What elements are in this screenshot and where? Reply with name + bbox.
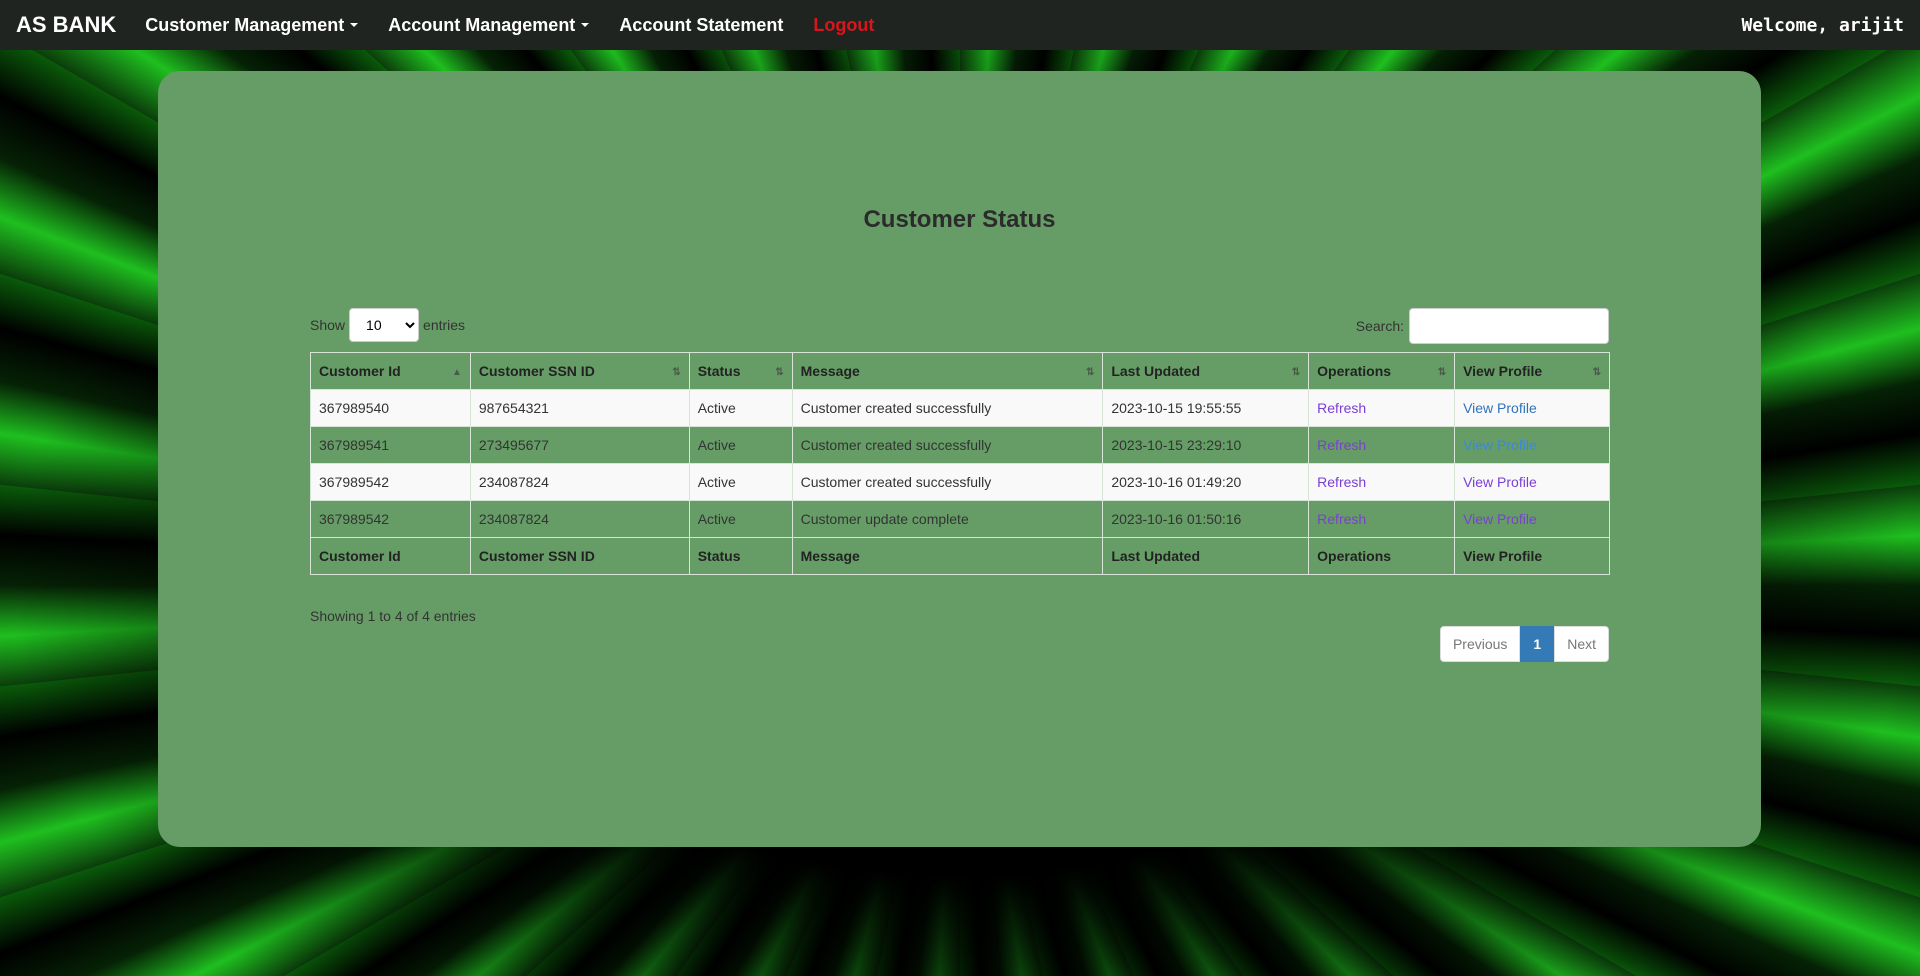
sort-asc-icon: ▲ [451,367,462,378]
footer-last-updated: Last Updated [1102,537,1310,575]
next-page-button[interactable]: Next [1554,626,1609,662]
nav-customer-management[interactable]: Customer Management [145,14,359,36]
refresh-link[interactable]: Refresh [1317,437,1366,453]
column-header-label: Last Updated [1111,363,1201,379]
cell-status: Active [688,463,793,501]
table-row: 367989542 234087824 Active Customer crea… [310,463,1610,501]
pagination: Previous 1 Next [1439,626,1609,662]
table-row: 367989542 234087824 Active Customer upda… [310,500,1610,538]
cell-last-updated: 2023-10-16 01:50:16 [1102,500,1310,538]
entries-length-control: Show 10 entries [310,308,465,342]
footer-status: Status [688,537,793,575]
sort-icon: ⇅ [1592,367,1601,378]
view-profile-link[interactable]: View Profile [1463,474,1537,490]
footer-customer-id: Customer Id [310,537,471,575]
cell-customer-id: 367989542 [310,463,471,501]
logout-link[interactable]: Logout [813,15,874,36]
cell-view-profile: View Profile [1454,389,1610,427]
cell-view-profile: View Profile [1454,463,1610,501]
cell-status: Active [688,426,793,464]
welcome-message: Welcome, arijit [1741,14,1904,36]
footer-ssn-id: Customer SSN ID [469,537,690,575]
column-header-view-profile[interactable]: View Profile ⇅ [1454,352,1610,390]
column-header-label: View Profile [1463,363,1543,379]
refresh-link[interactable]: Refresh [1317,474,1366,490]
caret-down-icon [581,23,590,27]
refresh-link[interactable]: Refresh [1317,400,1366,416]
sort-icon: ⇅ [775,367,784,378]
footer-view-profile: View Profile [1454,537,1610,575]
sort-icon: ⇅ [1437,367,1447,378]
footer-operations: Operations [1308,537,1456,575]
column-header-ssn-id[interactable]: Customer SSN ID ⇅ [469,352,690,390]
cell-view-profile: View Profile [1454,426,1610,464]
cell-ssn-id: 273495677 [469,426,690,464]
refresh-link[interactable]: Refresh [1317,511,1366,527]
nav-account-statement-label: Account Statement [619,14,784,35]
column-header-label: Customer Id [319,363,401,379]
cell-last-updated: 2023-10-16 01:49:20 [1102,463,1310,501]
brand-logo[interactable]: AS BANK [16,12,116,38]
cell-message: Customer created successfully [791,389,1104,427]
previous-page-button[interactable]: Previous [1439,626,1521,662]
column-header-label: Operations [1317,363,1392,379]
column-header-operations[interactable]: Operations ⇅ [1308,352,1456,390]
customer-status-table: Customer Id ▲ Customer SSN ID ⇅ Status ⇅ Me… [310,352,1610,575]
sort-icon: ⇅ [1291,367,1301,378]
page-title: Customer Status [863,206,1056,233]
cell-operations: Refresh [1308,389,1456,427]
table-footer-row: Customer Id Customer SSN ID Status Messa… [310,537,1610,575]
show-label: Show [310,317,346,333]
table-search-control: Search: [1356,308,1609,344]
table-row: 367989540 987654321 Active Customer crea… [310,389,1610,427]
table-info: Showing 1 to 4 of 4 entries [310,608,476,624]
view-profile-link[interactable]: View Profile [1463,511,1537,527]
cell-message: Customer update complete [791,500,1104,538]
nav-account-statement[interactable]: Account Statement [619,15,783,36]
search-label: Search: [1355,318,1404,334]
cell-status: Active [688,500,793,538]
page-button-1[interactable]: 1 [1520,626,1555,662]
entries-length-select[interactable]: 10 [349,308,420,342]
column-header-label: Status [697,363,741,379]
caret-down-icon [350,23,359,27]
cell-message: Customer created successfully [791,426,1104,464]
column-header-message[interactable]: Message ⇅ [791,352,1104,390]
column-header-label: Customer SSN ID [478,363,595,379]
nav-account-management-label: Account Management [388,14,576,35]
cell-status: Active [688,389,793,427]
nav-customer-management-label: Customer Management [145,14,345,35]
cell-operations: Refresh [1308,426,1456,464]
cell-operations: Refresh [1308,463,1456,501]
search-input[interactable] [1409,308,1609,344]
entries-label: entries [423,317,466,333]
footer-message: Message [791,537,1104,575]
cell-operations: Refresh [1308,500,1456,538]
cell-ssn-id: 234087824 [469,500,690,538]
top-navbar: AS BANK Customer Management Account Mana… [0,0,1920,50]
cell-customer-id: 367989540 [310,389,471,427]
cell-ssn-id: 234087824 [469,463,690,501]
table-row: 367989541 273495677 Active Customer crea… [310,426,1610,464]
view-profile-link[interactable]: View Profile [1463,437,1537,453]
column-header-label: Message [800,363,860,379]
cell-last-updated: 2023-10-15 19:55:55 [1102,389,1310,427]
view-profile-link[interactable]: View Profile [1463,400,1537,416]
main-panel: Customer Status Show 10 entries Search: … [158,71,1761,847]
column-header-status[interactable]: Status ⇅ [688,352,793,390]
cell-customer-id: 367989542 [310,500,471,538]
sort-icon: ⇅ [672,367,681,378]
cell-view-profile: View Profile [1454,500,1610,538]
column-header-customer-id[interactable]: Customer Id ▲ [310,352,471,390]
cell-ssn-id: 987654321 [469,389,690,427]
nav-account-management[interactable]: Account Management [388,14,590,36]
sort-icon: ⇅ [1085,367,1095,378]
table-header-row: Customer Id ▲ Customer SSN ID ⇅ Status ⇅ Me… [310,352,1610,390]
column-header-last-updated[interactable]: Last Updated ⇅ [1102,352,1310,390]
cell-customer-id: 367989541 [310,426,471,464]
cell-message: Customer created successfully [791,463,1104,501]
cell-last-updated: 2023-10-15 23:29:10 [1102,426,1310,464]
